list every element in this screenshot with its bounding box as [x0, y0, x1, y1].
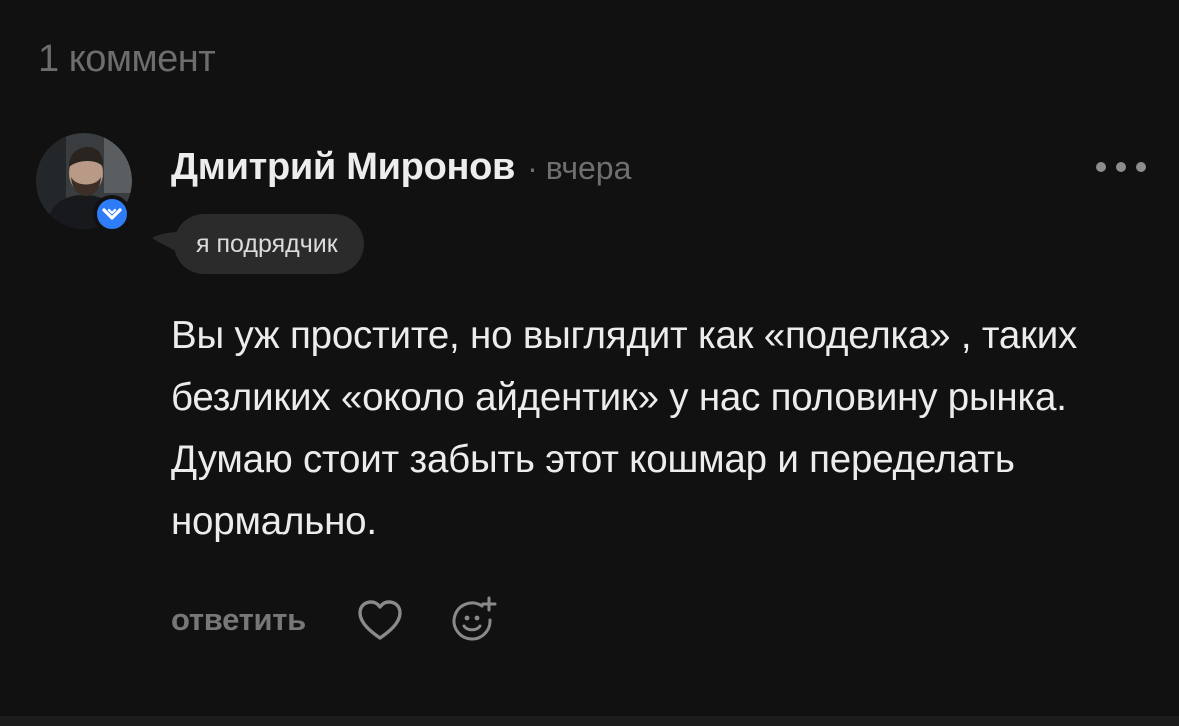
like-button[interactable]	[356, 598, 404, 642]
more-dots-icon	[1136, 162, 1146, 172]
more-options-button[interactable]	[1096, 152, 1146, 182]
verified-badge-icon	[93, 195, 131, 233]
comment-author-line: Дмитрий Миронов · вчера	[171, 146, 631, 189]
more-dots-icon	[1096, 162, 1106, 172]
role-tag: я подрядчик	[174, 214, 364, 274]
more-dots-icon	[1116, 162, 1126, 172]
add-reaction-icon	[452, 596, 497, 641]
reply-button[interactable]: ответить	[171, 602, 306, 638]
meta-separator: ·	[527, 150, 538, 186]
author-avatar[interactable]	[36, 133, 132, 233]
comment-actions: ответить	[171, 590, 498, 650]
author-name[interactable]: Дмитрий Миронов	[171, 146, 515, 189]
add-reaction-button[interactable]	[450, 596, 498, 644]
bottom-divider	[0, 716, 1179, 726]
comments-count-header: 1 коммент	[38, 38, 216, 80]
comment-time: вчера	[545, 150, 632, 186]
heart-icon	[358, 600, 402, 640]
comment-text: Вы уж простите, но выглядит как «поделка…	[171, 314, 1078, 543]
